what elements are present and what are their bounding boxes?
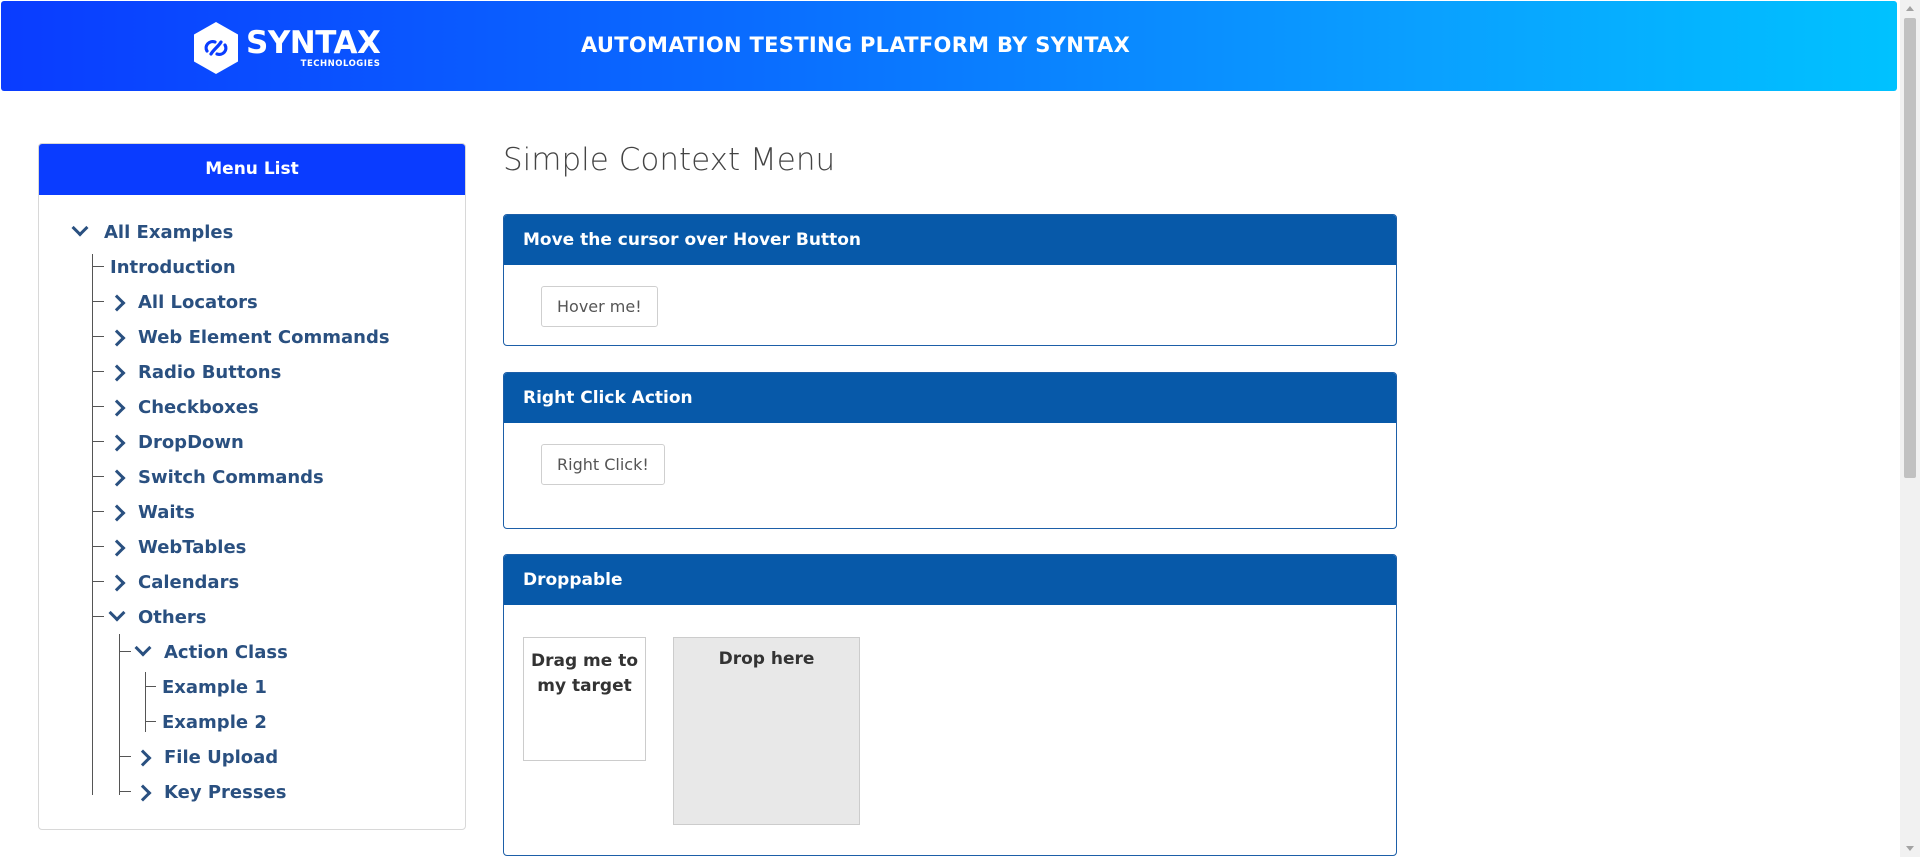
tree-line [93, 581, 104, 582]
tree-item-label: Others [138, 607, 207, 628]
tree-item-switch-commands[interactable]: Switch Commands [108, 467, 324, 489]
tree-line [146, 721, 156, 722]
scrollbar-thumb[interactable] [1904, 18, 1916, 478]
tree-item-label: Key Presses [164, 782, 287, 803]
tree-line [93, 476, 104, 477]
right-click-panel: Right Click Action Right Click! [503, 372, 1397, 529]
tree-item-waits[interactable]: Waits [108, 502, 195, 524]
tree-item-label: Web Element Commands [138, 327, 390, 348]
tree-line [93, 336, 104, 337]
tree-item-label: Checkboxes [138, 397, 259, 418]
chevron-right-icon [108, 504, 126, 522]
chevron-right-icon [108, 399, 126, 417]
tree-item-webtables[interactable]: WebTables [108, 537, 247, 559]
tree-item-others[interactable]: Others [108, 604, 207, 629]
tree-line [120, 791, 131, 792]
tree-item-label: Waits [138, 502, 195, 523]
tree-line [93, 546, 104, 547]
tree-line [146, 686, 156, 687]
tree-item-example-2[interactable]: Example 2 [162, 712, 267, 734]
tree-item-all-locators[interactable]: All Locators [108, 292, 258, 314]
tree-line [93, 441, 104, 442]
hover-panel-heading: Move the cursor over Hover Button [504, 215, 1396, 265]
chevron-right-icon [108, 329, 126, 347]
tree-item-label: WebTables [138, 537, 247, 558]
tree-item-label: Action Class [164, 642, 288, 663]
tree-item-label: All Locators [138, 292, 258, 313]
draggable-box[interactable]: Drag me to my target [523, 637, 646, 761]
page-scrollbar[interactable] [1900, 0, 1920, 857]
tree-item-calendars[interactable]: Calendars [108, 572, 240, 594]
tree-line [119, 634, 120, 795]
tree-item-all-examples[interactable]: All Examples [71, 219, 234, 244]
logo-subtitle: TECHNOLOGIES [300, 58, 381, 69]
page-title: Simple Context Menu [503, 142, 836, 178]
chevron-right-icon [108, 469, 126, 487]
tree-line [93, 511, 104, 512]
tree-line [145, 672, 146, 732]
logo-hexagon-icon [194, 22, 238, 74]
tree-item-web-element-commands[interactable]: Web Element Commands [108, 327, 390, 349]
chevron-right-icon [108, 364, 126, 382]
chevron-right-icon [108, 539, 126, 557]
chevron-right-icon [108, 294, 126, 312]
tree-line [93, 266, 104, 267]
right-click-panel-heading: Right Click Action [504, 373, 1396, 423]
tree-line [93, 301, 104, 302]
tree-item-example-1[interactable]: Example 1 [162, 677, 267, 699]
menu-list-panel: Menu List All Examples Introduction All … [38, 143, 466, 830]
tree-line [93, 616, 104, 617]
chevron-right-icon [134, 749, 152, 767]
tree-item-label: File Upload [164, 747, 279, 768]
tree-item-file-upload[interactable]: File Upload [134, 747, 279, 769]
tree-item-radio-buttons[interactable]: Radio Buttons [108, 362, 282, 384]
tree-line [120, 756, 131, 757]
logo-text: SYNTAX TECHNOLOGIES [246, 24, 381, 69]
tree-item-dropdown[interactable]: DropDown [108, 432, 244, 454]
droppable-panel: Droppable Drag me to my target Drop here [503, 554, 1397, 856]
chevron-down-icon [71, 219, 89, 237]
tree-item-label: Introduction [110, 257, 236, 278]
header-title: AUTOMATION TESTING PLATFORM BY SYNTAX [581, 33, 1131, 57]
syntax-logo[interactable]: SYNTAX TECHNOLOGIES [192, 21, 381, 75]
tree-line [93, 406, 104, 407]
tree-item-label: All Examples [104, 222, 234, 243]
scroll-down-arrow-icon[interactable] [1906, 846, 1914, 851]
droppable-panel-heading: Droppable [504, 555, 1396, 605]
hover-panel: Move the cursor over Hover Button Hover … [503, 214, 1397, 346]
menu-list-heading: Menu List [39, 144, 465, 195]
tree-item-key-presses[interactable]: Key Presses [134, 782, 287, 804]
chevron-right-icon [108, 574, 126, 592]
tree-line [93, 371, 104, 372]
chevron-down-icon [134, 639, 152, 657]
chevron-right-icon [108, 434, 126, 452]
logo-name: SYNTAX [246, 24, 381, 61]
tree-line [120, 651, 131, 652]
tree-item-label: Calendars [138, 572, 240, 593]
tree-item-label: Example 2 [162, 712, 267, 733]
right-click-button[interactable]: Right Click! [541, 444, 665, 485]
chevron-right-icon [134, 784, 152, 802]
tree-item-action-class[interactable]: Action Class [134, 639, 288, 664]
tree-item-label: Example 1 [162, 677, 267, 698]
tree-item-label: Radio Buttons [138, 362, 282, 383]
tree-item-label: Switch Commands [138, 467, 324, 488]
chevron-down-icon [108, 604, 126, 622]
site-header: SYNTAX TECHNOLOGIES AUTOMATION TESTING P… [1, 1, 1897, 91]
tree-item-checkboxes[interactable]: Checkboxes [108, 397, 259, 419]
drop-target[interactable]: Drop here [673, 637, 860, 825]
scroll-up-arrow-icon[interactable] [1906, 6, 1914, 11]
tree-item-label: DropDown [138, 432, 244, 453]
tree-item-introduction[interactable]: Introduction [110, 257, 236, 279]
hover-button[interactable]: Hover me! [541, 286, 658, 327]
